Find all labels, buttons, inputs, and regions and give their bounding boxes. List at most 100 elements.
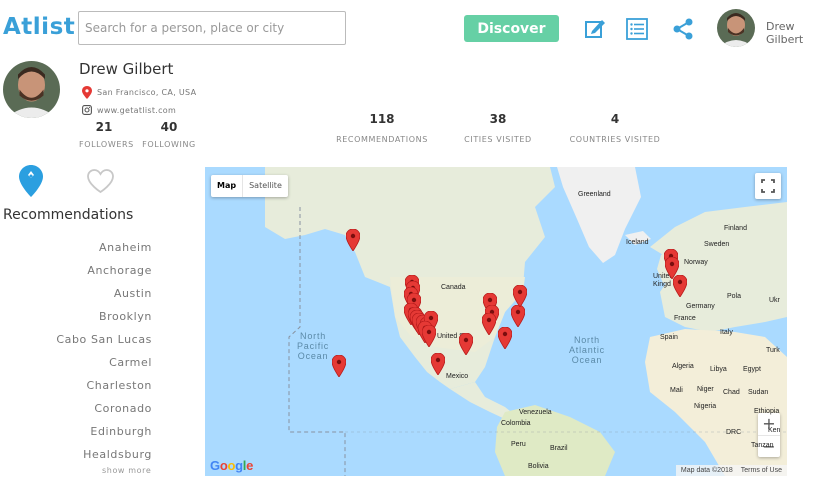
list-item[interactable]: Charleston bbox=[56, 377, 152, 400]
zoom-control: + − bbox=[758, 413, 780, 457]
stat-label: CITIES VISITED bbox=[464, 135, 532, 144]
map-label: Ukr bbox=[769, 297, 780, 304]
map-label: Nigeria bbox=[694, 403, 717, 410]
fullscreen-icon bbox=[761, 179, 775, 193]
list-item[interactable]: Edinburgh bbox=[56, 423, 152, 446]
map-pin-icon bbox=[345, 228, 361, 252]
list-item[interactable]: Carmel bbox=[56, 354, 152, 377]
map-label: Venezuela bbox=[519, 409, 552, 416]
ocean-label: North Pacific Ocean bbox=[297, 331, 330, 361]
map-type-satellite-button[interactable]: Satellite bbox=[242, 175, 288, 197]
profile-website-text[interactable]: www.getatlist.com bbox=[97, 106, 176, 115]
map-pin-icon bbox=[497, 326, 513, 350]
recommendations-tab-pin-icon[interactable] bbox=[19, 165, 43, 197]
fullscreen-button[interactable] bbox=[755, 173, 781, 199]
map-label: Italy bbox=[720, 329, 733, 336]
map-label: Kingd bbox=[653, 281, 671, 288]
map-label: Greenland bbox=[578, 191, 611, 198]
recommendations-heading: Recommendations bbox=[3, 207, 134, 223]
following-stat[interactable]: 40 FOLLOWING bbox=[142, 120, 196, 149]
search-input[interactable] bbox=[78, 11, 346, 45]
recommendations-map[interactable]: Map Satellite + − Google Map data ©2018 … bbox=[205, 167, 787, 476]
map-pin-marker[interactable] bbox=[345, 228, 361, 252]
map-data-text: Map data ©2018 bbox=[680, 467, 733, 474]
map-pin-icon bbox=[458, 332, 474, 356]
cities-visited-stat: 38 CITIES VISITED bbox=[458, 112, 538, 144]
map-label: Mexico bbox=[446, 373, 469, 380]
profile-location-text: San Francisco, CA, USA bbox=[97, 88, 197, 97]
terms-of-use-link[interactable]: Terms of Use bbox=[741, 467, 782, 474]
map-label: Colombia bbox=[501, 420, 531, 427]
map-label: Pola bbox=[727, 293, 742, 300]
map-label: Peru bbox=[511, 441, 526, 448]
map-pin-icon bbox=[421, 324, 437, 348]
list-item[interactable]: Anaheim bbox=[56, 239, 152, 262]
map-pin-icon bbox=[672, 274, 688, 298]
recommendations-list: Anaheim Anchorage Austin Brooklyn Cabo S… bbox=[56, 239, 152, 469]
map-pin-icon bbox=[510, 304, 526, 328]
map-label: Brazil bbox=[550, 445, 568, 452]
ocean-label: North Atlantic Ocean bbox=[569, 335, 605, 365]
stat-label: RECOMMENDATIONS bbox=[336, 135, 428, 144]
followers-stat[interactable]: 21 FOLLOWERS bbox=[79, 120, 134, 149]
map-label: Bolivia bbox=[528, 463, 549, 470]
map-type-control: Map Satellite bbox=[211, 175, 288, 197]
list-item[interactable]: Cabo San Lucas bbox=[56, 331, 152, 354]
stat-label: COUNTRIES VISITED bbox=[569, 135, 661, 144]
map-label: Iceland bbox=[626, 239, 649, 246]
profile-name: Drew Gilbert bbox=[79, 60, 174, 78]
map-label: DRC bbox=[726, 429, 742, 436]
instagram-icon bbox=[82, 105, 92, 115]
header-user-name[interactable]: Drew Gilbert bbox=[766, 20, 833, 46]
location-pin-icon bbox=[82, 86, 92, 99]
show-more-link[interactable]: show more bbox=[102, 466, 151, 475]
list-item[interactable]: Coronado bbox=[56, 400, 152, 423]
map-pin-marker[interactable] bbox=[672, 274, 688, 298]
map-label: France bbox=[674, 315, 696, 322]
atlist-logo[interactable]: Atlist bbox=[3, 14, 75, 40]
countries-visited-stat: 4 COUNTRIES VISITED bbox=[565, 112, 665, 144]
map-pin-icon bbox=[512, 284, 528, 308]
map-attribution: Map data ©2018 Terms of Use bbox=[675, 465, 787, 476]
map-label: Sudan bbox=[748, 389, 769, 396]
following-label: FOLLOWING bbox=[142, 140, 196, 149]
map-label: Mali bbox=[670, 387, 683, 394]
google-logo[interactable]: Google bbox=[210, 458, 253, 473]
profile-location: San Francisco, CA, USA bbox=[82, 86, 196, 99]
list-item[interactable]: Brooklyn bbox=[56, 308, 152, 331]
map-pin-marker[interactable] bbox=[481, 312, 497, 336]
map-pin-icon bbox=[481, 312, 497, 336]
profile-avatar bbox=[3, 61, 60, 118]
map-pin-marker[interactable] bbox=[458, 332, 474, 356]
map-label: Tanzan bbox=[751, 442, 774, 449]
map-pin-marker[interactable] bbox=[497, 326, 513, 350]
map-label: Germany bbox=[686, 303, 715, 310]
list-item[interactable]: Anchorage bbox=[56, 262, 152, 285]
map-pin-icon bbox=[331, 354, 347, 378]
edit-icon[interactable] bbox=[583, 17, 607, 41]
map-pin-marker[interactable] bbox=[510, 304, 526, 328]
map-pin-marker[interactable] bbox=[331, 354, 347, 378]
stat-value: 118 bbox=[369, 112, 395, 126]
followers-label: FOLLOWERS bbox=[79, 140, 134, 149]
favorites-tab-heart-icon[interactable] bbox=[86, 168, 115, 194]
list-item[interactable]: Austin bbox=[56, 285, 152, 308]
map-pin-marker[interactable] bbox=[430, 352, 446, 376]
share-icon[interactable] bbox=[671, 17, 695, 41]
map-pin-marker[interactable] bbox=[421, 324, 437, 348]
discover-button[interactable]: Discover bbox=[464, 15, 559, 42]
map-type-map-button[interactable]: Map bbox=[211, 175, 242, 197]
map-label: Chad bbox=[723, 389, 740, 396]
map-pin-icon bbox=[430, 352, 446, 376]
map-label: Egypt bbox=[743, 366, 761, 373]
followers-count: 21 bbox=[95, 120, 113, 134]
list-icon[interactable] bbox=[625, 17, 649, 41]
user-avatar[interactable] bbox=[717, 9, 755, 47]
map-label: Libya bbox=[710, 366, 727, 373]
map-pin-marker[interactable] bbox=[512, 284, 528, 308]
map-label: Finland bbox=[724, 225, 747, 232]
map-label: Norway bbox=[684, 259, 708, 266]
map-label: Spain bbox=[660, 334, 678, 341]
profile-website[interactable]: www.getatlist.com bbox=[82, 105, 176, 115]
map-label: Sweden bbox=[704, 241, 730, 248]
